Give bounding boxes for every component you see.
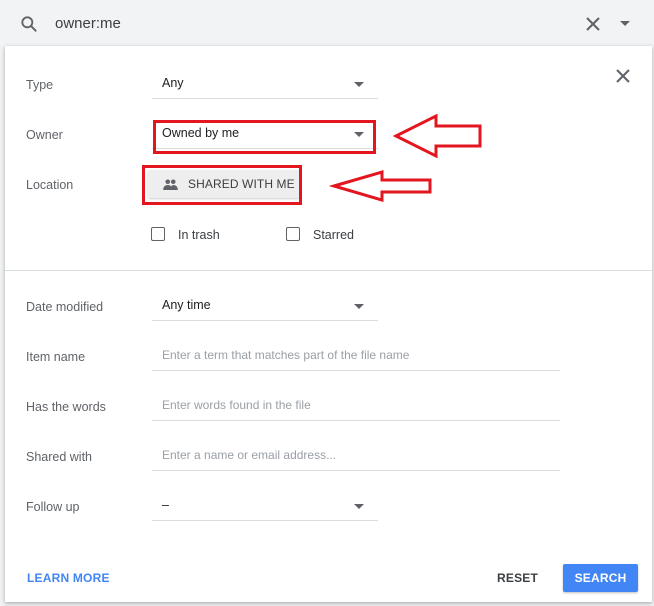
type-value: Any <box>162 76 184 90</box>
owner-label: Owner <box>26 128 63 142</box>
search-button-label: SEARCH <box>574 571 627 585</box>
location-highlight-box <box>142 165 302 205</box>
owner-arrow-annotation <box>392 113 482 159</box>
item-name-input[interactable] <box>152 342 562 368</box>
date-modified-label: Date modified <box>26 300 104 314</box>
chevron-down-icon <box>354 504 364 509</box>
follow-up-value: – <box>162 498 169 512</box>
search-bar: owner:me <box>0 0 654 46</box>
shared-with-input[interactable] <box>152 442 562 468</box>
close-icon[interactable] <box>615 68 631 84</box>
in-trash-checkbox[interactable] <box>151 227 165 241</box>
search-query-text[interactable]: owner:me <box>55 15 121 32</box>
item-name-field[interactable] <box>152 342 562 371</box>
search-button[interactable]: SEARCH <box>563 564 638 592</box>
follow-up-select[interactable]: – <box>152 492 378 521</box>
owner-highlight-box <box>153 120 376 154</box>
starred-label: Starred <box>313 228 354 242</box>
chevron-down-icon <box>354 304 364 309</box>
chevron-down-icon <box>354 82 364 87</box>
location-arrow-annotation <box>328 170 432 202</box>
has-words-field[interactable] <box>152 392 562 421</box>
date-modified-value: Any time <box>162 298 211 312</box>
shared-with-label: Shared with <box>26 450 93 464</box>
type-label: Type <box>26 78 54 92</box>
item-name-label: Item name <box>26 350 86 364</box>
date-modified-select[interactable]: Any time <box>152 292 378 321</box>
type-select[interactable]: Any <box>152 70 378 99</box>
shared-with-field[interactable] <box>152 442 562 471</box>
in-trash-label: In trash <box>178 228 220 242</box>
section-divider <box>5 270 652 271</box>
learn-more-link[interactable]: LEARN MORE <box>27 571 110 585</box>
has-words-input[interactable] <box>152 392 562 418</box>
starred-checkbox[interactable] <box>286 227 300 241</box>
has-words-label: Has the words <box>26 400 106 414</box>
dropdown-icon[interactable] <box>620 21 630 27</box>
location-label: Location <box>26 178 74 192</box>
clear-icon[interactable] <box>585 16 601 32</box>
reset-button[interactable]: RESET <box>497 571 538 585</box>
follow-up-label: Follow up <box>26 500 80 514</box>
search-icon[interactable] <box>19 14 39 34</box>
